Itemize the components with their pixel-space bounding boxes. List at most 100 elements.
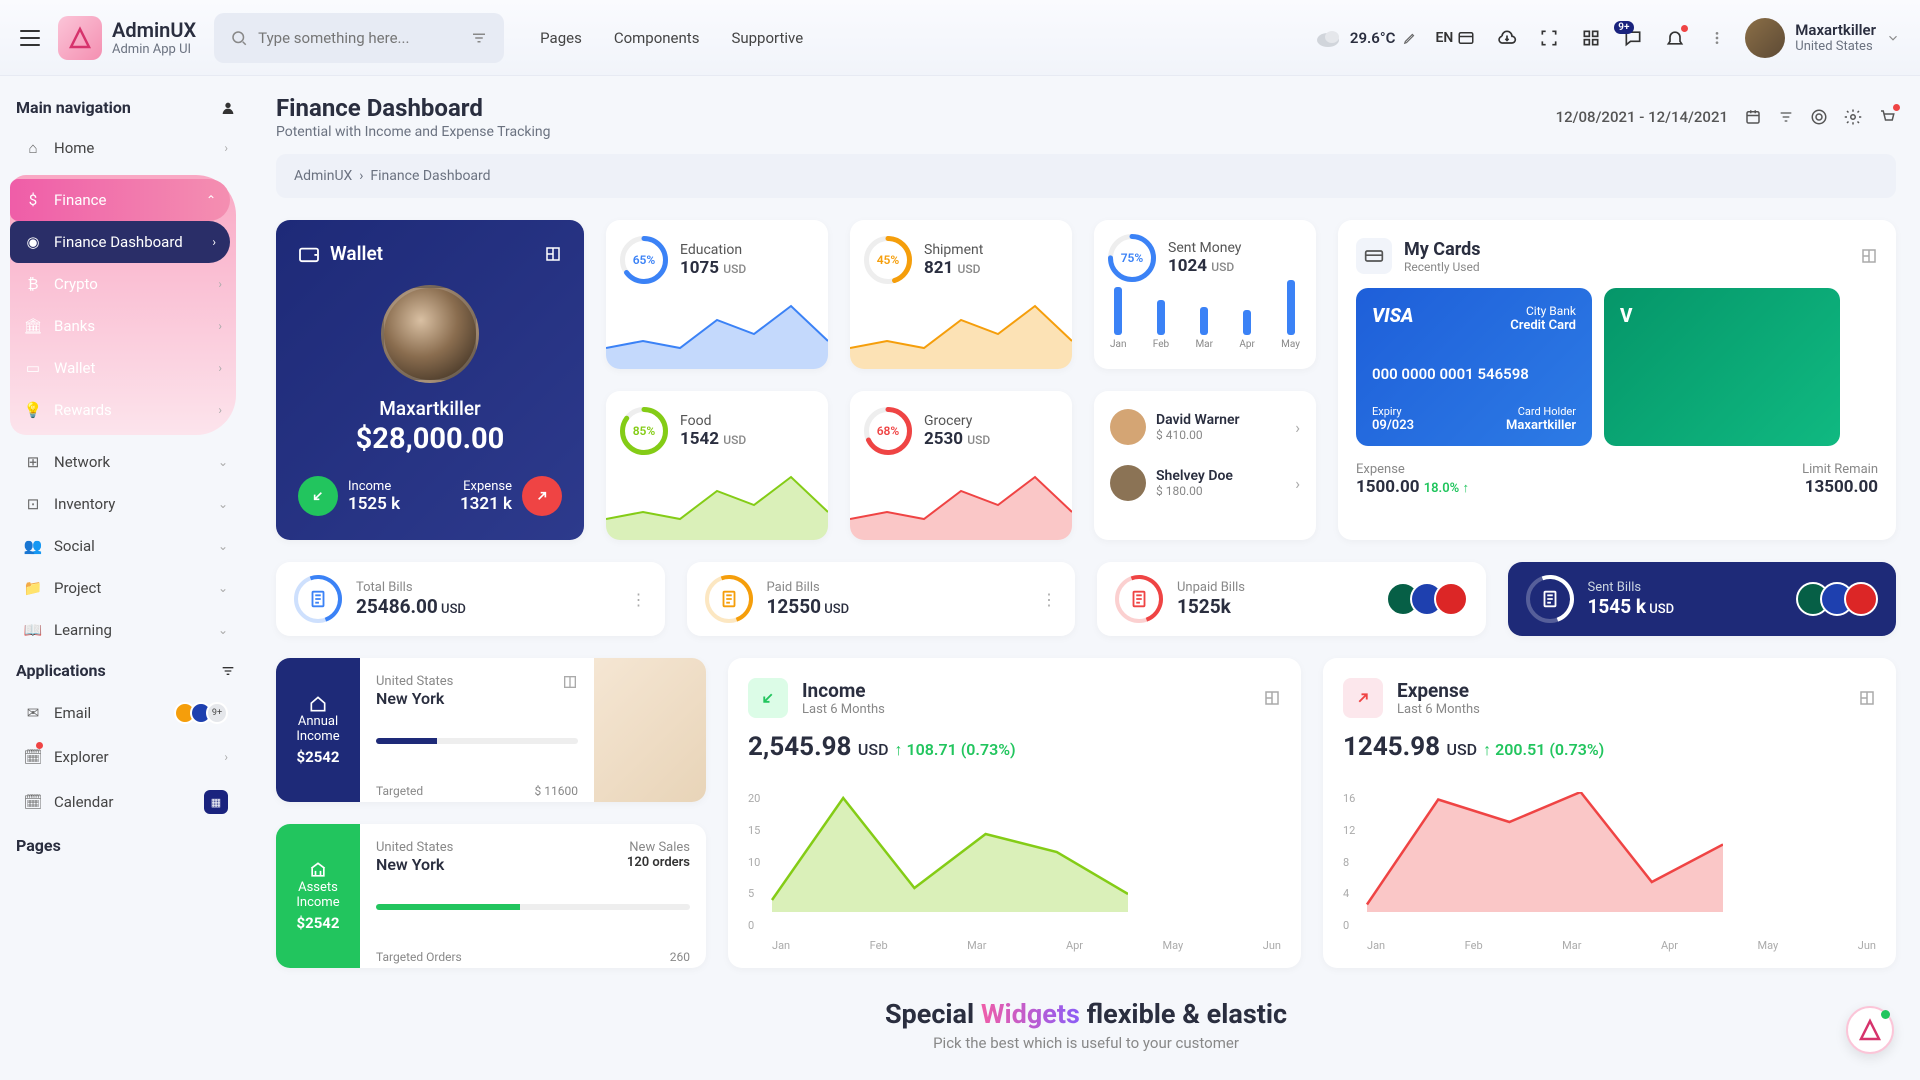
wallet-expense: Expense1321 k xyxy=(460,476,562,516)
home-icon: ⌂ xyxy=(24,139,42,157)
expense-card: ExpenseLast 6 Months 1245.98 USD↑ 200.51… xyxy=(1323,658,1896,968)
weather: 29.6°C xyxy=(1314,28,1418,48)
fab-button[interactable] xyxy=(1846,1006,1894,1054)
chevron-down-icon xyxy=(1886,31,1900,45)
network-icon: ⊞ xyxy=(24,453,42,471)
assets-income-card: AssetsIncome$2542 United StatesNew YorkN… xyxy=(276,824,706,968)
profile-name: Maxartkiller xyxy=(1795,21,1876,39)
sidebar-apps-title: Applications xyxy=(10,651,242,690)
breadcrumb-current: Finance Dashboard xyxy=(370,168,490,184)
person-row[interactable]: David Warner$ 410.00› xyxy=(1094,399,1316,455)
wallet-icon: ▭ xyxy=(24,359,42,377)
breadcrumb-root[interactable]: AdminUX xyxy=(294,168,352,184)
page-header: Finance Dashboard Potential with Income … xyxy=(276,94,1896,140)
search-input[interactable] xyxy=(258,29,460,47)
wallet-avatar xyxy=(381,285,479,383)
layout-icon[interactable] xyxy=(562,674,578,690)
sidebar-item-banks[interactable]: 🏛Banks› xyxy=(10,305,236,347)
app-name: AdminUX xyxy=(112,18,196,42)
nav-supportive[interactable]: Supportive xyxy=(731,29,803,47)
gauge-icon: ◉ xyxy=(24,233,42,251)
layout-icon[interactable] xyxy=(1263,689,1281,707)
nav-components[interactable]: Components xyxy=(614,29,700,47)
search-box[interactable] xyxy=(214,13,504,63)
date-range[interactable]: 12/08/2021 - 12/14/2021 xyxy=(1556,108,1728,126)
sidebar-app-email[interactable]: ✉Email9+ xyxy=(10,690,242,736)
app-tagline: Admin App UI xyxy=(112,42,196,57)
sent-money-card: 75%Sent Money1024 USDJanFebMarAprMay xyxy=(1094,220,1316,369)
people-list: David Warner$ 410.00› Shelvey Doe$ 180.0… xyxy=(1094,391,1316,540)
sidebar-item-finance-dashboard[interactable]: ◉Finance Dashboard› xyxy=(10,221,230,263)
filter-icon[interactable] xyxy=(470,29,488,47)
profile-menu[interactable]: MaxartkillerUnited States xyxy=(1745,18,1900,58)
wallet-card: Wallet Maxartkiller $28,000.00 Income152… xyxy=(276,220,584,540)
settings-icon[interactable] xyxy=(220,663,236,679)
sidebar-item-crypto[interactable]: ₿Crypto› xyxy=(10,263,236,305)
credit-card[interactable]: VISACity BankCredit Card 000 0000 0001 5… xyxy=(1356,288,1592,446)
bitcoin-icon: ₿ xyxy=(24,275,42,293)
more-icon[interactable]: ⋮ xyxy=(631,590,647,609)
sidebar-item-learning[interactable]: 📖Learning⌄ xyxy=(10,609,242,651)
person-row[interactable]: Shelvey Doe$ 180.00› xyxy=(1094,455,1316,511)
sidebar-item-home[interactable]: ⌂Home› xyxy=(10,127,242,169)
nav-pages[interactable]: Pages xyxy=(540,29,582,47)
wallet-income: Income1525 k xyxy=(298,476,400,516)
wallet-amount: $28,000.00 xyxy=(298,422,562,456)
credit-card[interactable]: V xyxy=(1604,288,1840,446)
arrow-up-right-icon xyxy=(534,488,550,504)
home-icon xyxy=(308,694,328,714)
more-icon[interactable] xyxy=(1707,28,1727,48)
stat-education: 65%Education1075 USD xyxy=(606,220,828,369)
layout-icon[interactable] xyxy=(1860,247,1878,265)
help-icon[interactable] xyxy=(1810,108,1828,126)
gear-icon[interactable] xyxy=(1844,108,1862,126)
messages-icon[interactable]: 9+ xyxy=(1623,28,1643,48)
folder-icon: 📁 xyxy=(24,579,42,597)
header-icons: EN 9+ xyxy=(1435,28,1727,48)
grid-icon[interactable] xyxy=(1581,28,1601,48)
box-icon: ⊡ xyxy=(24,495,42,513)
avatar xyxy=(1745,18,1785,58)
bank-icon: 🏛 xyxy=(24,317,42,335)
more-icon[interactable]: ⋮ xyxy=(1041,590,1057,609)
sidebar-item-inventory[interactable]: ⊡Inventory⌄ xyxy=(10,483,242,525)
sidebar-item-rewards[interactable]: 💡Rewards› xyxy=(10,389,236,431)
sidebar-app-calendar[interactable]: 🗓Calendar▦ xyxy=(10,778,242,826)
download-icon[interactable] xyxy=(1497,28,1517,48)
top-nav: Pages Components Supportive xyxy=(540,29,803,47)
bell-icon[interactable] xyxy=(1665,28,1685,48)
lang-switch[interactable]: EN xyxy=(1435,28,1475,48)
sidebar-item-network[interactable]: ⊞Network⌄ xyxy=(10,441,242,483)
sidebar-item-wallet[interactable]: ▭Wallet› xyxy=(10,347,236,389)
menu-button[interactable] xyxy=(20,30,40,46)
layout-icon[interactable] xyxy=(544,245,562,263)
fullscreen-icon[interactable] xyxy=(1539,28,1559,48)
sidebar-item-project[interactable]: 📁Project⌄ xyxy=(10,567,242,609)
bank-icon xyxy=(308,860,328,880)
annual-income-card: AnnualIncome$2542 United StatesNew YorkT… xyxy=(276,658,706,802)
special-widgets: Special Widgets flexible & elastic Pick … xyxy=(276,998,1896,1052)
card-icon xyxy=(1356,238,1392,274)
stat-grocery: 68%Grocery2530 USD xyxy=(850,391,1072,540)
page-subtitle: Potential with Income and Expense Tracki… xyxy=(276,124,550,140)
calendar-icon: 🗓 xyxy=(24,793,42,811)
app-header: AdminUXAdmin App UI Pages Components Sup… xyxy=(0,0,1920,76)
bill-card: Paid Bills12550 USD⋮ xyxy=(687,562,1076,636)
profile-location: United States xyxy=(1795,39,1876,54)
users-icon: 👥 xyxy=(24,537,42,555)
sidebar-item-finance[interactable]: $Finance⌃ xyxy=(10,179,230,221)
logo[interactable]: AdminUXAdmin App UI xyxy=(58,16,196,60)
my-cards: My CardsRecently Used VISACity BankCredi… xyxy=(1338,220,1896,540)
sidebar-pages-title: Pages xyxy=(10,826,242,865)
pencil-icon[interactable] xyxy=(1403,31,1417,45)
user-icon[interactable] xyxy=(220,100,236,116)
sidebar-item-social[interactable]: 👥Social⌄ xyxy=(10,525,242,567)
filter-icon[interactable] xyxy=(1778,109,1794,125)
stat-shipment: 45%Shipment821 USD xyxy=(850,220,1072,369)
sidebar: Main navigation ⌂Home› $Finance⌃ ◉Financ… xyxy=(0,76,252,1080)
bill-card: Sent Bills1545 k USD xyxy=(1508,562,1897,636)
cart-icon[interactable] xyxy=(1878,108,1896,126)
sidebar-app-explorer[interactable]: 🗓Explorer› xyxy=(10,736,242,778)
calendar-icon[interactable] xyxy=(1744,108,1762,126)
layout-icon[interactable] xyxy=(1858,689,1876,707)
